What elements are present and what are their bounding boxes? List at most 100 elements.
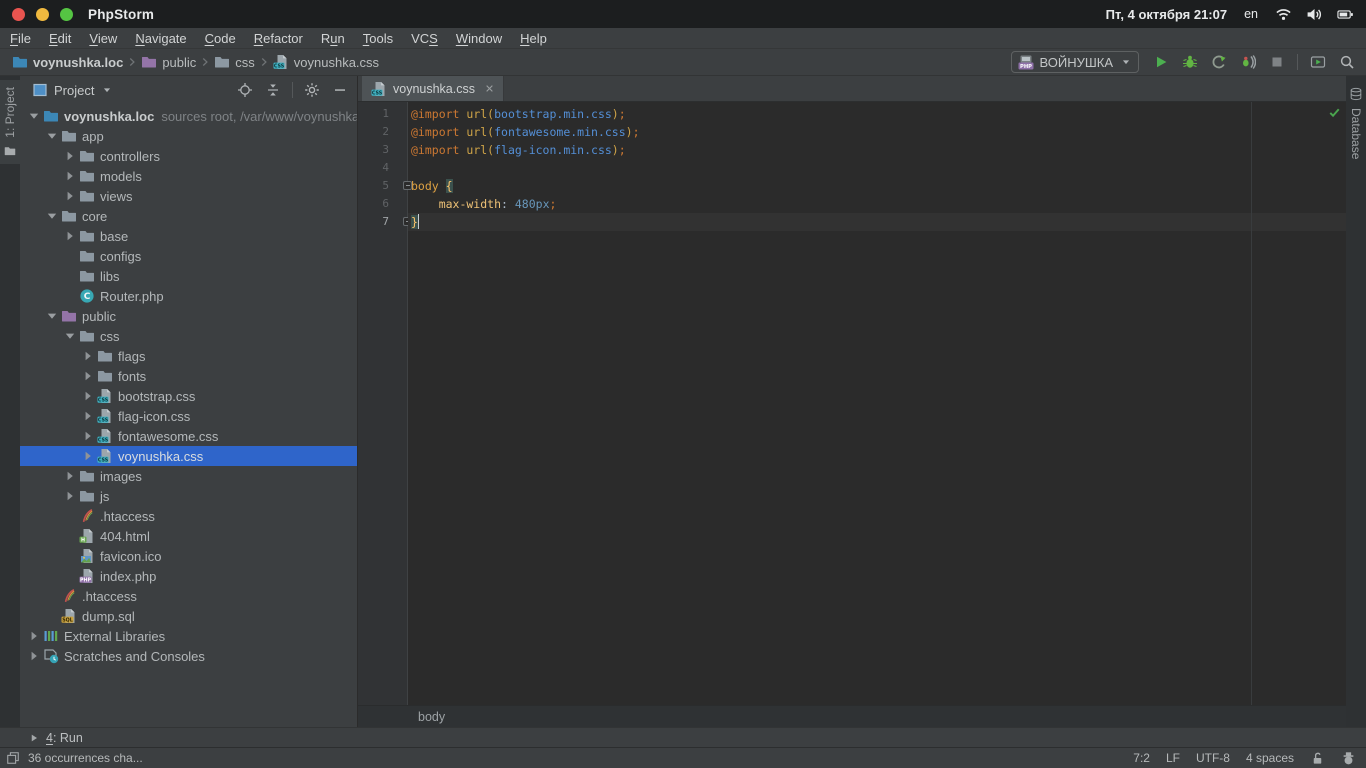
tree-item-404.html[interactable]: H404.html xyxy=(20,526,357,546)
system-clock[interactable]: Пт, 4 октября 21:07 xyxy=(1106,7,1227,22)
editor-code[interactable]: @import url(bootstrap.min.css);@import u… xyxy=(408,102,1346,705)
tree-item-fonts[interactable]: fonts xyxy=(20,366,357,386)
tree-item-flag-icon.css[interactable]: CSSflag-icon.css xyxy=(20,406,357,426)
tree-item-.htaccess[interactable]: .htaccess xyxy=(20,506,357,526)
tree-item-app[interactable]: app xyxy=(20,126,357,146)
tree-item-configs[interactable]: configs xyxy=(20,246,357,266)
debug-button[interactable] xyxy=(1181,53,1199,71)
tree-item-voynushka.css[interactable]: CSSvoynushka.css xyxy=(20,446,357,466)
tree-item-js[interactable]: js xyxy=(20,486,357,506)
collapsed-arrow-icon[interactable] xyxy=(80,448,97,464)
tree-item-external-libraries[interactable]: External Libraries xyxy=(20,626,357,646)
code-line-6[interactable]: max-width: 480px; xyxy=(408,195,1346,213)
battery-icon[interactable] xyxy=(1337,6,1354,23)
menu-navigate[interactable]: Navigate xyxy=(126,31,195,46)
editor-gutter[interactable]: 1234567 xyxy=(358,102,408,705)
collapsed-arrow-icon[interactable] xyxy=(80,348,97,364)
search-button[interactable] xyxy=(1338,53,1356,71)
code-line-4[interactable] xyxy=(408,159,1346,177)
tree-item-libs[interactable]: libs xyxy=(20,266,357,286)
collapsed-arrow-icon[interactable] xyxy=(80,408,97,424)
line-separator[interactable]: LF xyxy=(1166,751,1180,765)
close-window-button[interactable] xyxy=(12,8,25,21)
run-button[interactable] xyxy=(1152,53,1170,71)
menu-view[interactable]: View xyxy=(80,31,126,46)
tree-item-index.php[interactable]: PHPindex.php xyxy=(20,566,357,586)
menu-refactor[interactable]: Refactor xyxy=(245,31,312,46)
menu-edit[interactable]: Edit xyxy=(40,31,80,46)
collapsed-arrow-icon[interactable] xyxy=(62,188,79,204)
expanded-arrow-icon[interactable] xyxy=(44,128,61,144)
run-tool-button[interactable] xyxy=(1309,53,1327,71)
listen-debug-button[interactable] xyxy=(1239,53,1257,71)
breadcrumb-item-css[interactable]: css xyxy=(214,54,255,70)
tree-item-dump.sql[interactable]: SQLdump.sql xyxy=(20,606,357,626)
tree-item-controllers[interactable]: controllers xyxy=(20,146,357,166)
indent-style[interactable]: 4 spaces xyxy=(1246,751,1294,765)
close-icon[interactable] xyxy=(483,82,496,95)
tree-item-views[interactable]: views xyxy=(20,186,357,206)
menu-vcs[interactable]: VCS xyxy=(402,31,447,46)
collapsed-arrow-icon[interactable] xyxy=(80,368,97,384)
collapsed-arrow-icon[interactable] xyxy=(80,428,97,444)
coverage-button[interactable] xyxy=(1210,53,1228,71)
menu-window[interactable]: Window xyxy=(447,31,511,46)
tree-item-images[interactable]: images xyxy=(20,466,357,486)
tree-item-bootstrap.css[interactable]: CSSbootstrap.css xyxy=(20,386,357,406)
code-line-1[interactable]: @import url(bootstrap.min.css); xyxy=(408,105,1346,123)
hector-icon[interactable] xyxy=(1341,751,1356,766)
tree-item-favicon.ico[interactable]: favicon.ico xyxy=(20,546,357,566)
tree-item-core[interactable]: core xyxy=(20,206,357,226)
minimize-window-button[interactable] xyxy=(36,8,49,21)
collapse-all-button[interactable] xyxy=(264,81,282,99)
breadcrumb-body[interactable]: body xyxy=(418,710,445,724)
tree-item-router.php[interactable]: CRouter.php xyxy=(20,286,357,306)
collapsed-arrow-icon[interactable] xyxy=(62,468,79,484)
expanded-arrow-icon[interactable] xyxy=(44,208,61,224)
toolwindows-toggle-icon[interactable] xyxy=(6,751,20,765)
code-line-2[interactable]: @import url(fontawesome.min.css); xyxy=(408,123,1346,141)
collapsed-arrow-icon[interactable] xyxy=(62,228,79,244)
editor-tab-voynushka.css[interactable]: CSSvoynushka.css xyxy=(362,76,504,101)
menu-help[interactable]: Help xyxy=(511,31,556,46)
tree-item-.htaccess[interactable]: .htaccess xyxy=(20,586,357,606)
chevron-down-icon[interactable] xyxy=(100,83,114,97)
tree-item-public[interactable]: public xyxy=(20,306,357,326)
run-configuration-select[interactable]: PHP ВОЙНУШКА xyxy=(1011,51,1140,73)
caret-position[interactable]: 7:2 xyxy=(1133,751,1150,765)
collapsed-arrow-icon[interactable] xyxy=(62,488,79,504)
stop-button[interactable] xyxy=(1268,53,1286,71)
project-toolwindow-button[interactable]: 1: Project xyxy=(0,80,20,164)
menu-file[interactable]: File xyxy=(1,31,40,46)
file-encoding[interactable]: UTF-8 xyxy=(1196,751,1230,765)
tree-item-css[interactable]: css xyxy=(20,326,357,346)
menu-tools[interactable]: Tools xyxy=(354,31,402,46)
breadcrumb-item-voynushka.loc[interactable]: voynushka.loc xyxy=(12,54,123,70)
menu-code[interactable]: Code xyxy=(196,31,245,46)
settings-button[interactable] xyxy=(303,81,321,99)
tree-item-voynushka.loc[interactable]: voynushka.locsources root, /var/www/voyn… xyxy=(20,106,357,126)
tree-item-fontawesome.css[interactable]: CSSfontawesome.css xyxy=(20,426,357,446)
breadcrumb-item-public[interactable]: public xyxy=(141,54,196,70)
collapsed-arrow-icon[interactable] xyxy=(62,168,79,184)
code-line-7[interactable]: } xyxy=(408,213,1346,231)
tree-item-scratches-and-consoles[interactable]: Scratches and Consoles xyxy=(20,646,357,666)
collapsed-arrow-icon[interactable] xyxy=(26,648,43,664)
unlock-icon[interactable] xyxy=(1310,751,1325,766)
code-line-3[interactable]: @import url(flag-icon.min.css); xyxy=(408,141,1346,159)
expanded-arrow-icon[interactable] xyxy=(62,328,79,344)
database-toolwindow-button[interactable]: Database xyxy=(1346,80,1366,166)
tree-item-base[interactable]: base xyxy=(20,226,357,246)
run-toolwindow-button[interactable]: 4: Run xyxy=(28,731,83,745)
maximize-window-button[interactable] xyxy=(60,8,73,21)
breadcrumb-item-voynushka.css[interactable]: CSSvoynushka.css xyxy=(273,54,379,70)
expanded-arrow-icon[interactable] xyxy=(44,308,61,324)
collapsed-arrow-icon[interactable] xyxy=(80,388,97,404)
collapsed-arrow-icon[interactable] xyxy=(26,628,43,644)
expanded-arrow-icon[interactable] xyxy=(26,108,43,124)
collapsed-arrow-icon[interactable] xyxy=(62,148,79,164)
code-line-5[interactable]: body { xyxy=(408,177,1346,195)
volume-icon[interactable] xyxy=(1306,6,1323,23)
editor[interactable]: 1234567 @import url(bootstrap.min.css);@… xyxy=(358,102,1346,705)
locate-button[interactable] xyxy=(236,81,254,99)
